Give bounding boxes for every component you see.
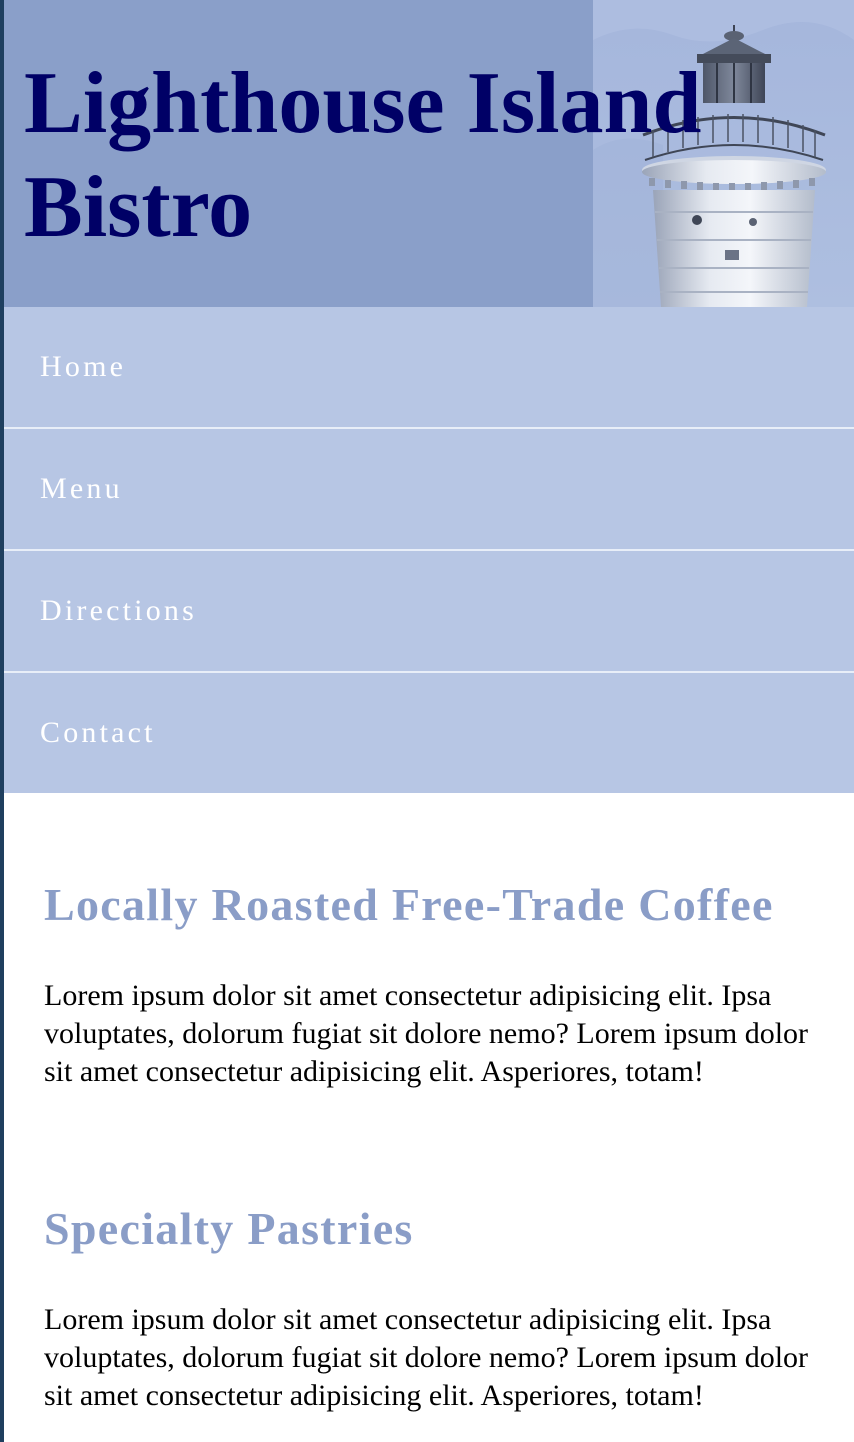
nav-item-menu: Menu xyxy=(4,429,854,551)
main-nav: Home Menu Directions Contact xyxy=(4,307,854,793)
pastries-section: Specialty Pastries Lorem ipsum dolor sit… xyxy=(44,1201,814,1415)
site-title: Lighthouse Island Bistro xyxy=(24,55,702,256)
pastries-heading: Specialty Pastries xyxy=(44,1203,414,1254)
coffee-section: Locally Roasted Free-Trade Coffee Lorem … xyxy=(44,877,814,1091)
nav-link-directions[interactable]: Directions xyxy=(4,551,854,671)
nav-link-contact[interactable]: Contact xyxy=(4,673,854,793)
nav-item-directions: Directions xyxy=(4,551,854,673)
coffee-heading: Locally Roasted Free-Trade Coffee xyxy=(44,879,774,930)
nav-item-home: Home xyxy=(4,307,854,429)
coffee-paragraph: Lorem ipsum dolor sit amet consectetur a… xyxy=(44,979,809,1088)
pastries-paragraph: Lorem ipsum dolor sit amet consectetur a… xyxy=(44,1303,809,1412)
header-banner: Lighthouse Island Bistro xyxy=(4,0,854,307)
main-content: Locally Roasted Free-Trade Coffee Lorem … xyxy=(4,793,854,1415)
nav-item-contact: Contact xyxy=(4,673,854,793)
nav-link-home[interactable]: Home xyxy=(4,307,854,427)
nav-link-menu[interactable]: Menu xyxy=(4,429,854,549)
nav-list: Home Menu Directions Contact xyxy=(4,307,854,793)
page: Lighthouse Island Bistro Home Menu Direc… xyxy=(4,0,854,1442)
